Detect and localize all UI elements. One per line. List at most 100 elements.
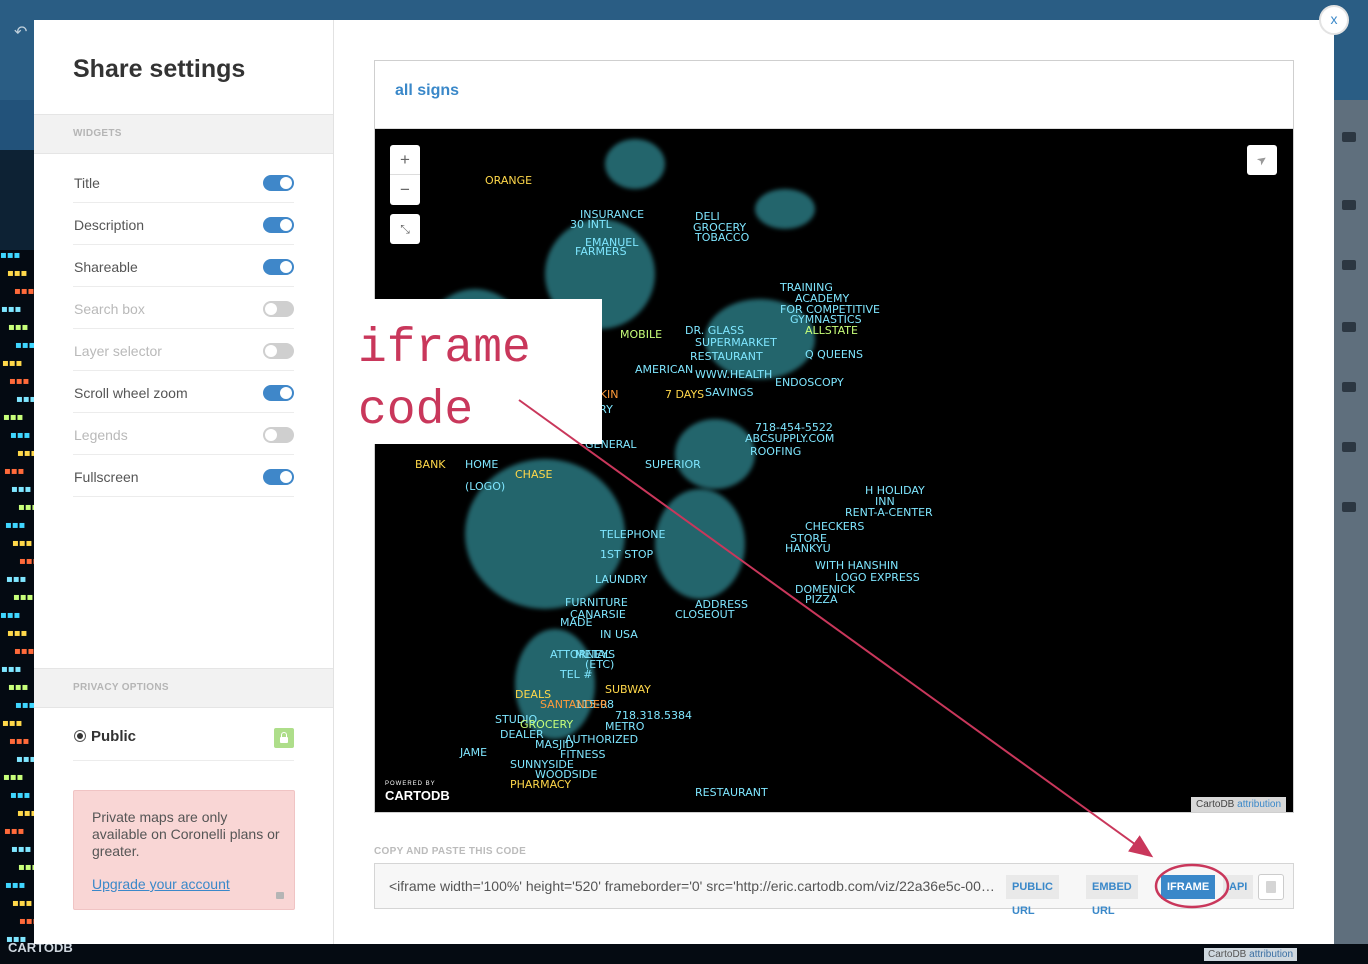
api-button[interactable]: API [1223,875,1254,899]
widget-row-shareable: Shareable [73,245,294,287]
powered-by-text: POWERED BY [385,781,436,787]
map-label: AMERICAN [635,363,694,376]
map-label: RENT-A-CENTER [845,506,933,519]
widget-label: Shareable [74,259,138,275]
background-map-label: ▪▪▪ [7,628,28,639]
attribution-link[interactable]: attribution [1249,949,1293,960]
widget-toggle[interactable] [263,343,294,359]
widget-toggle[interactable] [263,301,294,317]
map-label: FURNITURE [565,596,628,609]
map-label: LAUNDRY [595,573,648,586]
preview-header: all signs [375,61,1293,129]
share-button[interactable] [1247,145,1277,175]
tool-icon [1342,200,1356,210]
map-title: all signs [395,82,460,99]
map-label: BANK [415,458,446,471]
attribution-link[interactable]: attribution [1237,799,1281,810]
map-label: CHECKERS [805,520,865,533]
widget-row-search-box: Search box [73,287,294,329]
background-right-toolbar [1334,100,1368,964]
background-map-label: ▪▪▪ [8,322,29,333]
widget-label: Title [74,175,100,191]
map-cluster [675,419,755,489]
unlock-icon [274,728,294,748]
toggle-knob [280,219,292,231]
background-map-label: ▪▪▪ [6,574,27,585]
widget-label: Legends [74,427,128,443]
privacy-option-public[interactable]: Public [73,720,294,761]
map-label: IN USA [600,628,638,641]
zoom-in-button[interactable]: + [390,145,420,175]
undo-arrow-icon: ↶ [14,24,28,41]
background-map-label: ▪▪▪ [16,394,34,405]
widget-toggle[interactable] [263,175,294,191]
map-label: LOGO EXPRESS [835,571,920,584]
settings-sidebar: Share settings WIDGETS Title Description S… [34,20,334,944]
widget-toggle[interactable] [263,427,294,443]
background-map-label: ▪▪▪ [2,718,23,729]
widget-label: Scroll wheel zoom [74,385,188,401]
map-label: TOBACCO [695,231,750,244]
widget-toggle[interactable] [263,217,294,233]
toggle-knob [280,177,292,189]
fullscreen-button[interactable] [390,214,420,244]
radio-selected-icon[interactable] [74,730,86,742]
background-map-label: ▪▪▪ [4,826,25,837]
zoom-out-button[interactable]: − [390,175,420,205]
map-label: JAME [460,746,488,759]
close-modal-button[interactable]: x [1319,5,1349,35]
map-label: (LOGO) [465,480,506,493]
widget-label: Layer selector [74,343,162,359]
map-label: TELEPHONE [600,528,666,541]
upgrade-account-link[interactable]: Upgrade your account [92,876,230,892]
copy-icon[interactable] [1258,874,1284,900]
public-url-button[interactable]: PUBLIC URL [1006,875,1059,917]
widget-row-legends: Legends [73,413,294,455]
map-label: RESTAURANT [690,350,763,363]
background-map-label: ▪▪▪ [1,664,22,675]
map-label: 7 DAYS [665,388,705,401]
map-label: H HOLIDAY [865,484,925,497]
iframe-button[interactable]: IFRAME [1161,875,1216,899]
background-map-label: ▪▪▪ [0,250,21,261]
toggle-knob [280,471,292,483]
background-map-label: ▪▪▪ [1,304,22,315]
background-map-label: ▪▪▪ [8,682,29,693]
share-settings-modal: Share settings WIDGETS Title Description S… [34,20,1334,944]
map-label: 30 INTL [570,218,612,231]
map-label: 1ST STOP [600,548,654,561]
private-maps-notice: Private maps are only available on Coron… [73,790,295,910]
map-label: CHASE [515,468,553,481]
widget-toggle[interactable] [263,259,294,275]
toggle-knob [280,387,292,399]
map-label: SUBWAY [605,683,651,696]
toggle-knob [265,303,277,315]
map-label: AUTHORIZED [565,733,639,746]
toggle-knob [265,345,277,357]
background-map-label: ▪▪▪ [10,790,31,801]
attribution-prefix: CartoDB [1208,949,1247,960]
map-label: CANARSIE [570,608,626,621]
embed-url-button[interactable]: EMBED URL [1086,875,1138,917]
background-map-label: ▪▪▪ [19,916,34,927]
map-label: TEL # [560,668,593,681]
annotation-label: iframe code [358,318,618,442]
map-label: METRO [605,720,645,733]
widget-toggle[interactable] [263,469,294,485]
powered-by-cartodb: POWERED BY CARTODB [385,781,450,803]
background-map-label: ▪▪▪ [12,898,33,909]
widget-row-description: Description [73,203,294,245]
widget-toggle[interactable] [263,385,294,401]
map-canvas[interactable]: + − POWERED BY CARTODB CartoDB attributi… [375,129,1293,812]
background-map: ▪▪▪ ▪▪▪ ▪▪▪ ▪▪▪ ▪▪▪ ▪▪▪ ▪▪▪ ▪▪▪ ▪▪▪ ▪▪▪ ▪▪▪ ▪▪▪ ▪▪▪ ▪… [0,250,34,964]
embed-code-field[interactable]: <iframe width='100%' height='520' frameb… [389,878,999,894]
background-map-label: ▪▪▪ [13,592,34,603]
widgets-section-header: WIDGETS [34,114,333,154]
widget-label: Fullscreen [74,469,139,485]
background-attribution: CartoDB attribution [1204,948,1298,961]
background-map-label: ▪▪▪ [3,772,24,783]
background-map-label: ▪▪▪ [3,412,24,423]
tool-icon [1342,132,1356,142]
tool-icon [1342,442,1356,452]
map-attribution: CartoDB attribution [1191,797,1287,812]
